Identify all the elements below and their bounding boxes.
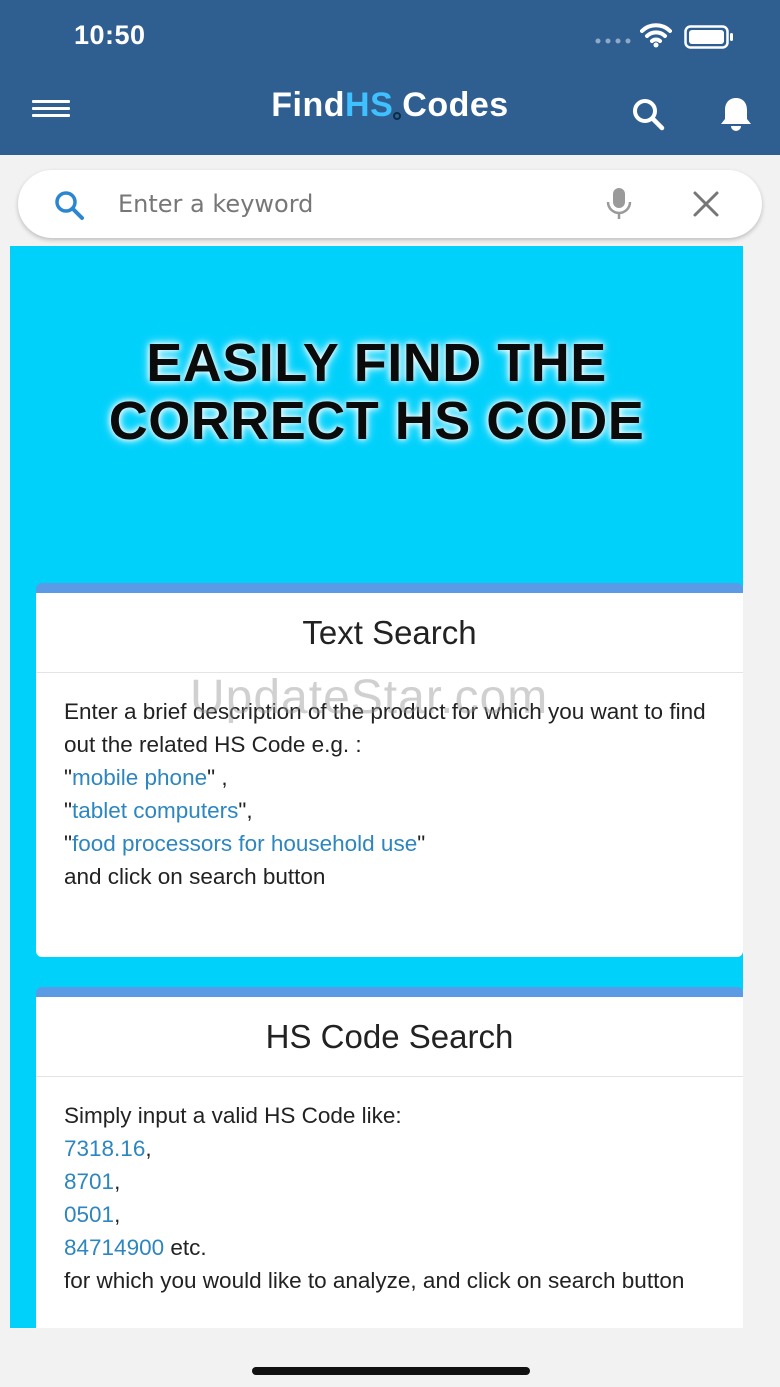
card-outro: for which you would like to analyze, and… <box>64 1268 685 1293</box>
code-line: 7318.16, <box>64 1136 152 1161</box>
brand-magnifier-icon <box>393 112 402 120</box>
example-line: "mobile phone" , <box>64 765 228 790</box>
code-line: 0501, <box>64 1202 121 1227</box>
example-link[interactable]: tablet computers <box>72 798 238 823</box>
search-bar <box>18 170 762 238</box>
hs-code-search-card: HS Code Search Simply input a valid HS C… <box>36 987 743 1328</box>
microphone-icon[interactable] <box>604 186 634 222</box>
hero-heading: EASILY FIND THE CORRECT HS CODE <box>108 333 645 451</box>
watermark: UpdateStar.com <box>190 671 549 724</box>
text-search-card: Text Search Enter a brief description of… <box>36 583 743 957</box>
notifications-bell-icon[interactable] <box>716 94 756 134</box>
code-link[interactable]: 7318.16 <box>64 1136 145 1161</box>
code-link[interactable]: 8701 <box>64 1169 114 1194</box>
status-time: 10:50 <box>74 20 146 50</box>
card-outro: and click on search button <box>64 864 326 889</box>
card-body: Simply input a valid HS Code like: 7318.… <box>36 1077 743 1297</box>
example-line: "tablet computers", <box>64 798 253 823</box>
code-link[interactable]: 0501 <box>64 1202 114 1227</box>
search-icon[interactable] <box>628 94 668 134</box>
main-content: EASILY FIND THE CORRECT HS CODE Text Sea… <box>10 246 743 1328</box>
battery-icon <box>684 25 733 49</box>
code-link[interactable]: 84714900 <box>64 1235 164 1260</box>
close-icon[interactable] <box>690 188 722 220</box>
home-indicator[interactable] <box>252 1367 530 1375</box>
example-link[interactable]: food processors for household use <box>72 831 417 856</box>
example-line: "food processors for household use" <box>64 831 426 856</box>
wifi-icon <box>640 23 672 48</box>
search-input[interactable] <box>118 184 558 224</box>
code-line: 84714900 etc. <box>64 1235 207 1260</box>
search-icon <box>55 191 84 220</box>
app-header: 10:50 FindHS Codes <box>0 0 780 155</box>
card-title: Text Search <box>36 593 743 673</box>
card-title: HS Code Search <box>36 997 743 1077</box>
code-line: 8701, <box>64 1169 121 1194</box>
example-link[interactable]: mobile phone <box>72 765 207 790</box>
cellular-signal-icon <box>595 38 631 44</box>
card-intro: Simply input a valid HS Code like: <box>64 1103 402 1128</box>
